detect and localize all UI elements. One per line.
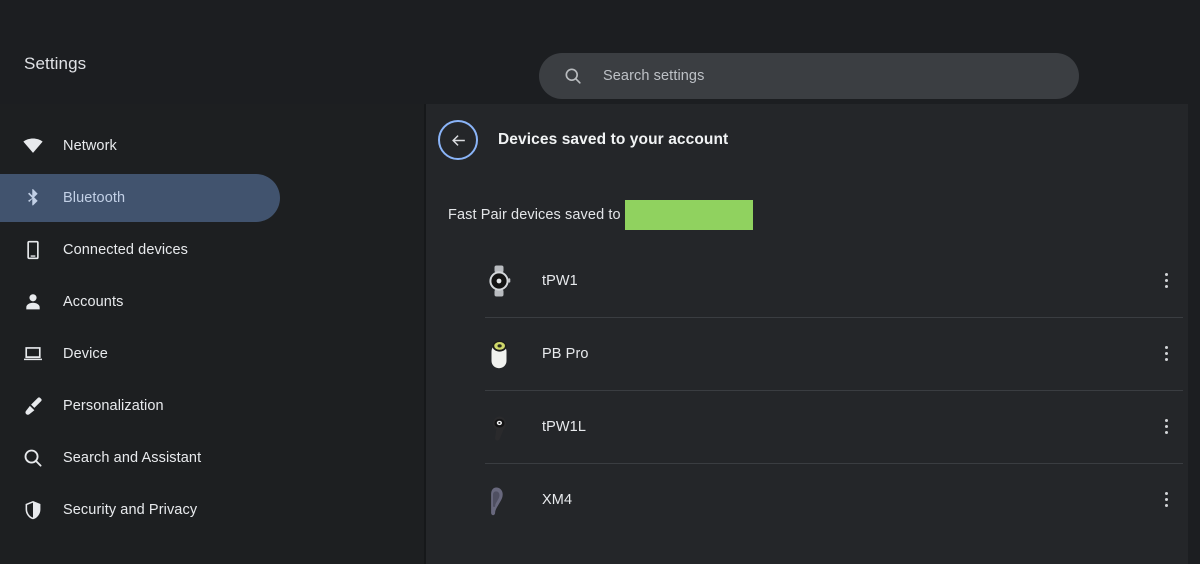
more-vert-icon[interactable] <box>1154 342 1178 366</box>
top-bar: Settings Search settings <box>0 0 1200 104</box>
content-pane: Devices saved to your account Fast Pair … <box>426 104 1200 564</box>
search-icon <box>22 447 44 469</box>
headphones-icon <box>484 483 514 517</box>
sidebar-item-bluetooth[interactable]: Bluetooth <box>0 174 280 222</box>
sidebar-item-label: Search and Assistant <box>63 450 201 466</box>
more-vert-icon[interactable] <box>1154 488 1178 512</box>
device-name: tPW1L <box>542 419 586 435</box>
paintbrush-icon <box>22 395 44 417</box>
person-icon <box>22 291 44 313</box>
settings-window: Settings Search settings Network <box>0 0 1200 564</box>
search-input[interactable]: Search settings <box>539 53 1079 99</box>
sidebar-item-label: Device <box>63 346 108 362</box>
list-item[interactable]: PB Pro <box>426 317 1200 390</box>
sidebar-item-device[interactable]: Device <box>0 330 280 378</box>
redacted-account-email <box>625 200 753 230</box>
device-name: XM4 <box>542 492 572 508</box>
fast-pair-account-row: Fast Pair devices saved to <box>448 198 753 232</box>
more-vert-icon[interactable] <box>1154 415 1178 439</box>
sidebar-item-label: Accounts <box>63 294 123 310</box>
content-scrollbar[interactable] <box>1188 104 1200 564</box>
search-placeholder-text: Search settings <box>603 68 704 84</box>
sidebar-item-label: Connected devices <box>63 242 188 258</box>
page-title: Devices saved to your account <box>498 131 728 149</box>
sidebar-item-label: Security and Privacy <box>63 502 197 518</box>
shield-icon <box>22 499 44 521</box>
sidebar-item-security-and-privacy[interactable]: Security and Privacy <box>0 486 280 534</box>
fast-pair-label: Fast Pair devices saved to <box>448 207 621 223</box>
device-name: PB Pro <box>542 346 589 362</box>
device-name: tPW1 <box>542 273 578 289</box>
wifi-icon <box>22 135 44 157</box>
laptop-icon <box>22 343 44 365</box>
sidebar-item-connected-devices[interactable]: Connected devices <box>0 226 280 274</box>
sidebar-item-search-and-assistant[interactable]: Search and Assistant <box>0 434 280 482</box>
sidebar-item-label: Bluetooth <box>63 190 125 206</box>
arrow-left-icon <box>449 131 468 150</box>
sidebar-item-accounts[interactable]: Accounts <box>0 278 280 326</box>
phone-icon <box>22 239 44 261</box>
more-vert-icon[interactable] <box>1154 269 1178 293</box>
sidebar-item-label: Network <box>63 138 117 154</box>
sidebar-item-personalization[interactable]: Personalization <box>0 382 280 430</box>
sidebar-item-network[interactable]: Network <box>0 122 280 170</box>
sidebar-nav: Network Bluetooth Connected devices <box>0 104 424 564</box>
content-header: Devices saved to your account <box>426 104 728 176</box>
sidebar-item-label: Personalization <box>63 398 164 414</box>
earbuds-case-icon <box>484 337 514 371</box>
list-item[interactable]: tPW1 <box>426 244 1200 317</box>
search-icon <box>563 66 583 86</box>
earbud-dark-icon <box>484 410 514 444</box>
bluetooth-icon <box>22 187 44 209</box>
list-item[interactable]: XM4 <box>426 463 1200 536</box>
app-title: Settings <box>24 54 86 74</box>
saved-devices-list: tPW1 PB Pro <box>426 244 1200 536</box>
smartwatch-icon <box>484 264 514 298</box>
back-button[interactable] <box>438 120 478 160</box>
list-item[interactable]: tPW1L <box>426 390 1200 463</box>
